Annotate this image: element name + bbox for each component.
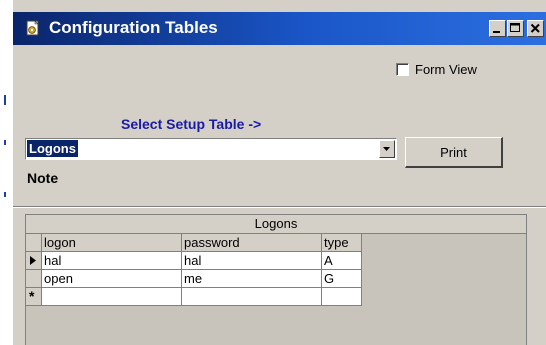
form-view-option[interactable]: Form View bbox=[396, 60, 477, 78]
row-selector[interactable] bbox=[26, 252, 42, 270]
close-button[interactable] bbox=[527, 20, 544, 37]
desktop-artifact bbox=[4, 140, 6, 145]
select-setup-table-label: Select Setup Table -> bbox=[121, 116, 262, 132]
setup-table-dropdown-button[interactable] bbox=[379, 140, 395, 158]
grid-caption: Logons bbox=[26, 215, 526, 234]
configuration-tables-window: Configuration Tables Form View Select Se… bbox=[12, 0, 546, 345]
column-header-logon[interactable]: logon bbox=[42, 234, 182, 252]
cell-type-new[interactable] bbox=[322, 288, 362, 306]
window-title: Configuration Tables bbox=[49, 18, 218, 37]
app-icon bbox=[26, 20, 39, 36]
desktop-artifact bbox=[4, 95, 6, 105]
cell-logon-new[interactable] bbox=[42, 288, 182, 306]
row-selector[interactable] bbox=[26, 270, 42, 288]
cell-type[interactable]: A bbox=[322, 252, 362, 270]
cell-password-new[interactable] bbox=[182, 288, 322, 306]
table-row[interactable]: open me G bbox=[26, 270, 362, 288]
title-bar[interactable]: Configuration Tables bbox=[13, 12, 546, 45]
minimize-button[interactable] bbox=[489, 20, 506, 37]
header-selector-cell bbox=[26, 234, 42, 252]
setup-table-combobox[interactable]: Logons bbox=[25, 138, 397, 160]
cell-type[interactable]: G bbox=[322, 270, 362, 288]
cell-logon[interactable]: open bbox=[42, 270, 182, 288]
column-header-type[interactable]: type bbox=[322, 234, 362, 252]
grid-header-row: logon password type bbox=[26, 234, 362, 252]
cell-password[interactable]: hal bbox=[182, 252, 322, 270]
current-row-arrow-icon bbox=[30, 256, 36, 265]
form-view-label: Form View bbox=[415, 61, 477, 77]
logons-grid: Logons logon password type hal hal A ope… bbox=[25, 214, 527, 345]
maximize-icon bbox=[510, 23, 520, 32]
desktop-artifact bbox=[4, 192, 6, 197]
dropdown-arrow-icon bbox=[383, 147, 390, 151]
column-header-password[interactable]: password bbox=[182, 234, 322, 252]
separator bbox=[13, 206, 546, 208]
minimize-icon bbox=[493, 31, 500, 33]
close-icon bbox=[530, 23, 540, 33]
screen: Configuration Tables Form View Select Se… bbox=[0, 0, 546, 345]
cell-password[interactable]: me bbox=[182, 270, 322, 288]
cell-logon[interactable]: hal bbox=[42, 252, 182, 270]
print-button[interactable]: Print bbox=[405, 137, 503, 168]
form-view-checkbox[interactable] bbox=[396, 62, 409, 76]
note-label: Note bbox=[27, 170, 59, 186]
maximize-button[interactable] bbox=[507, 20, 524, 37]
row-selector[interactable]: * bbox=[26, 288, 42, 306]
table-row[interactable]: hal hal A bbox=[26, 252, 362, 270]
setup-table-selected-value: Logons bbox=[27, 140, 78, 157]
new-row-star-icon: * bbox=[29, 288, 35, 304]
new-record-row[interactable]: * bbox=[26, 288, 362, 306]
